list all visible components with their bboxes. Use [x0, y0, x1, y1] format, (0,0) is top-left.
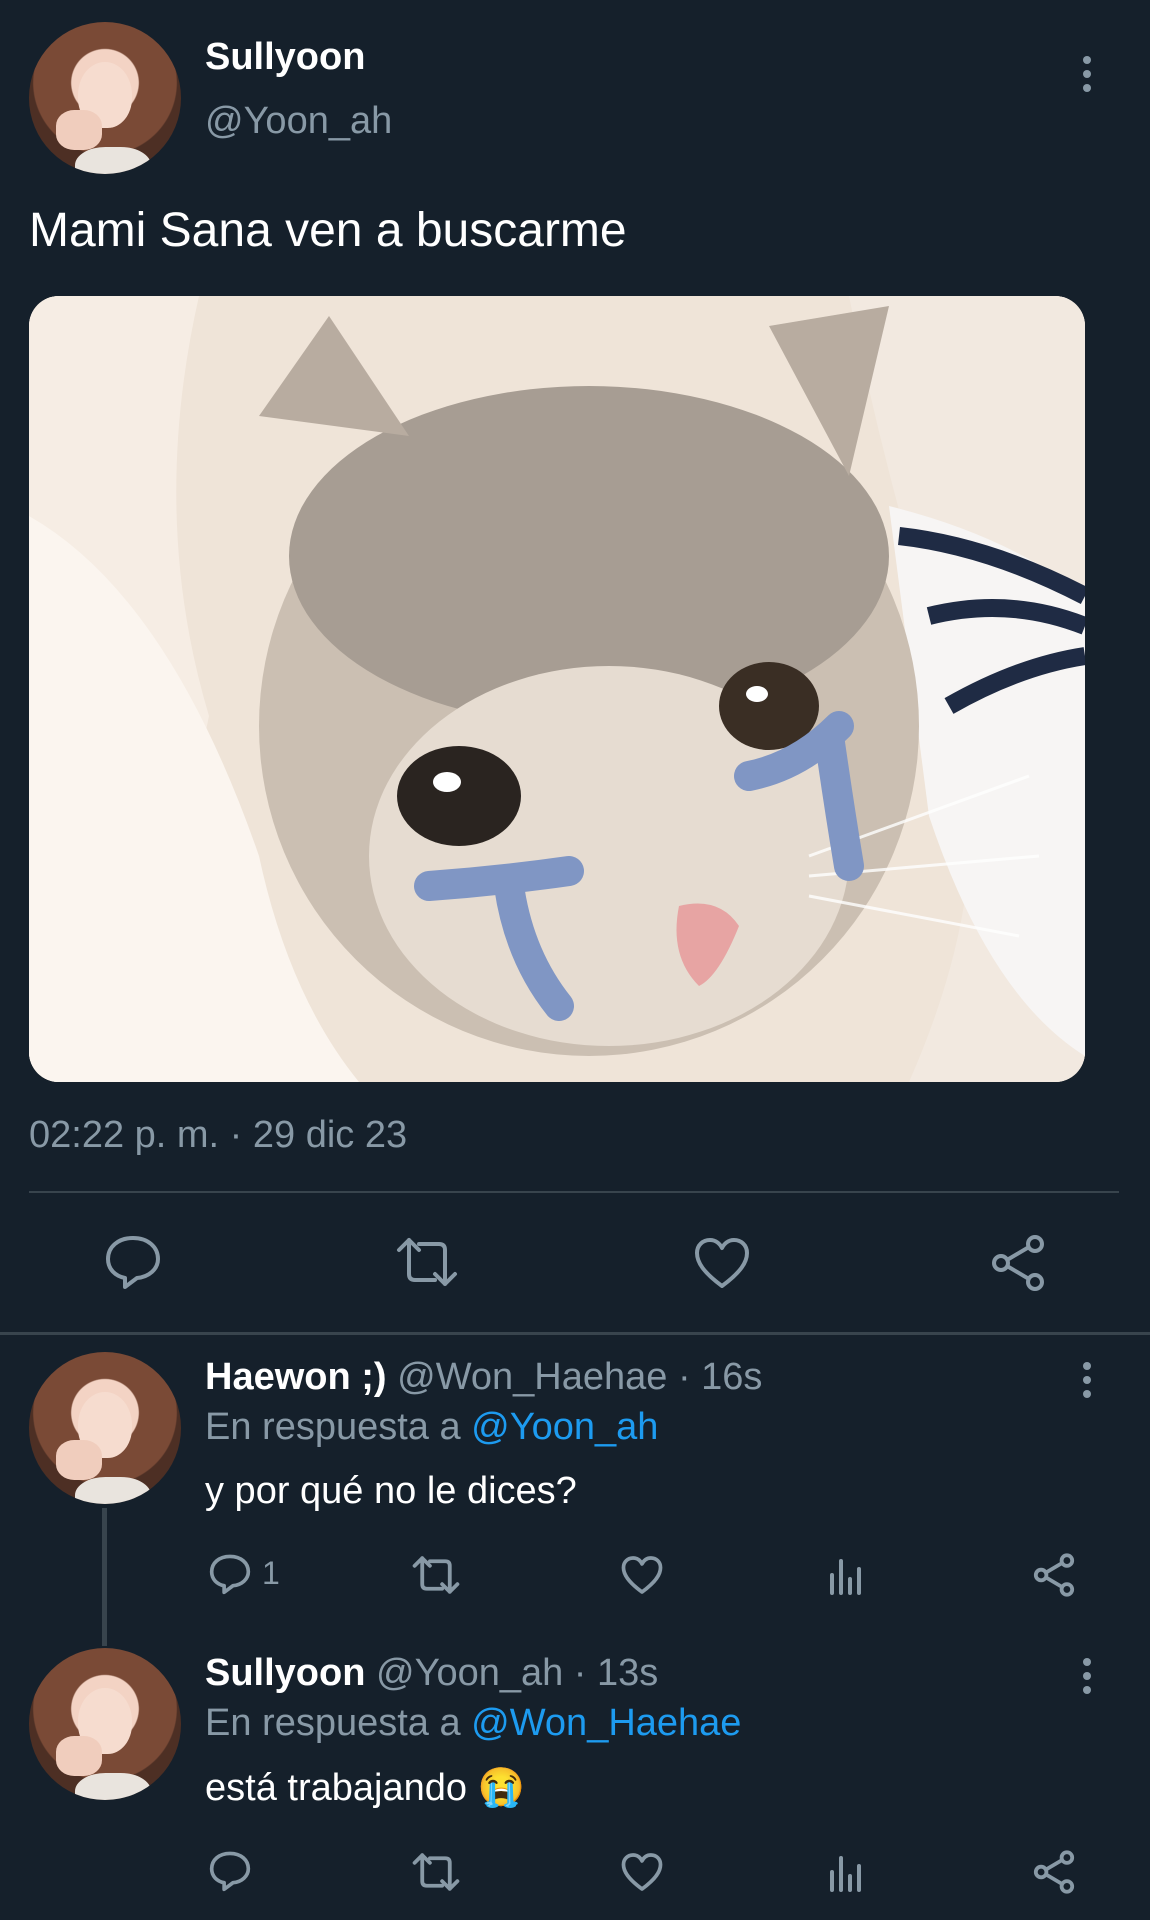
author-display-name[interactable]: Sullyoon [205, 36, 365, 79]
like-icon[interactable] [620, 1555, 664, 1595]
reply-display-name[interactable]: Sullyoon [205, 1652, 365, 1694]
retweet-icon[interactable] [393, 1236, 461, 1288]
tweet-timestamp: 02:22 p. m. · 29 dic 23 [29, 1114, 408, 1156]
author-avatar[interactable] [29, 22, 181, 174]
reply-count: 1 [262, 1555, 280, 1591]
share-icon[interactable] [1032, 1850, 1076, 1894]
share-icon[interactable] [989, 1234, 1047, 1292]
more-options-icon[interactable] [1082, 56, 1092, 98]
thread-divider [0, 1332, 1150, 1335]
tweet-text: Mami Sana ven a buscarme [29, 204, 627, 257]
tweet-image[interactable] [29, 296, 1085, 1082]
reply-header: Sullyoon @Yoon_ah · 13s [205, 1652, 658, 1695]
reply-to-line: En respuesta a @Won_Haehae [205, 1702, 741, 1745]
analytics-icon[interactable] [828, 1852, 868, 1892]
thread-line [102, 1508, 107, 1646]
reply-handle-time[interactable]: @Won_Haehae · 16s [397, 1356, 762, 1398]
like-icon[interactable] [693, 1236, 751, 1290]
reply-to-prefix: En respuesta a [205, 1702, 461, 1744]
reply-icon[interactable] [208, 1850, 252, 1892]
reply-handle-time[interactable]: @Yoon_ah · 13s [376, 1652, 658, 1694]
reply-text: y por qué no le dices? [205, 1470, 577, 1512]
reply-to-mention[interactable]: @Won_Haehae [471, 1702, 741, 1744]
author-handle[interactable]: @Yoon_ah [205, 100, 392, 143]
reply-avatar[interactable] [29, 1648, 181, 1800]
reply-to-prefix: En respuesta a [205, 1406, 461, 1448]
share-icon[interactable] [1032, 1553, 1076, 1597]
reply-header: Haewon ;) @Won_Haehae · 16s [205, 1356, 762, 1399]
analytics-icon[interactable] [828, 1555, 868, 1595]
like-icon[interactable] [620, 1852, 664, 1892]
retweet-icon[interactable] [410, 1555, 462, 1595]
reply-avatar[interactable] [29, 1352, 181, 1504]
reply-to-line: En respuesta a @Yoon_ah [205, 1406, 658, 1449]
reply-display-name[interactable]: Haewon ;) [205, 1356, 387, 1398]
reply-to-mention[interactable]: @Yoon_ah [471, 1406, 658, 1448]
timestamp-divider [29, 1191, 1119, 1193]
reply-icon[interactable] [208, 1553, 252, 1595]
retweet-icon[interactable] [410, 1852, 462, 1892]
more-options-icon[interactable] [1082, 1362, 1092, 1404]
crying-cat-image [29, 296, 1085, 1082]
more-options-icon[interactable] [1082, 1658, 1092, 1700]
reply-text: está trabajando 😭 [205, 1767, 525, 1809]
reply-icon[interactable] [103, 1234, 163, 1290]
